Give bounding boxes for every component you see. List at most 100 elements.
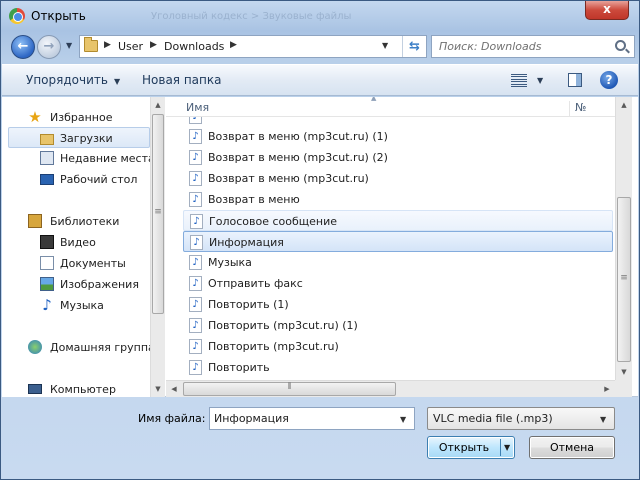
nav-libraries-label: Библиотеки (50, 215, 120, 228)
list-item[interactable]: ♪ Отправить факс (183, 273, 613, 294)
list-item[interactable]: ♪ Музыка (183, 252, 613, 273)
nav-homegroup[interactable]: Домашняя группа (2, 337, 155, 358)
file-list-horizontal-scrollbar[interactable]: ◀ ▶ (166, 380, 615, 397)
scrollbar-thumb[interactable] (152, 114, 164, 314)
scroll-down-icon[interactable]: ▼ (616, 364, 632, 380)
recent-pages-dropdown-icon[interactable]: ▼ (66, 41, 72, 50)
chevron-down-icon[interactable]: ▼ (400, 415, 406, 424)
homegroup-icon (28, 340, 42, 354)
nav-pane-scrollbar[interactable]: ▲ ▼ (150, 97, 165, 397)
breadcrumb-separator-icon[interactable]: ▶ (230, 40, 237, 50)
nav-item-downloads[interactable]: Загрузки (8, 127, 150, 148)
nav-item-desktop[interactable]: Рабочий стол (2, 169, 150, 190)
title-bar: Открыть Уголовный кодекс > Звуковые файл… (1, 1, 639, 31)
file-name: Отправить факс (208, 277, 303, 290)
nav-item-video[interactable]: Видео (2, 232, 150, 253)
audio-file-icon: ♪ (189, 150, 202, 165)
breadcrumb-downloads[interactable]: Downloads (164, 40, 224, 53)
scroll-right-icon[interactable]: ▶ (599, 381, 615, 397)
audio-file-icon: ♪ (190, 235, 203, 250)
audio-file-icon: ♪ (190, 214, 203, 229)
close-button[interactable]: x (585, 1, 629, 20)
open-options-dropdown-icon[interactable]: ▼ (504, 443, 510, 452)
back-button[interactable]: ← (11, 35, 35, 59)
nav-item-label: Недавние места (60, 152, 155, 165)
list-item[interactable]: ♪ Повторить (183, 357, 613, 378)
list-item-selected[interactable]: ♪ Информация (183, 231, 613, 252)
audio-file-icon: ♪ (189, 129, 202, 144)
nav-item-label: Видео (60, 236, 96, 249)
list-item[interactable]: ♪ Возврат в меню (183, 189, 613, 210)
music-note-icon: ♪ (42, 296, 52, 314)
list-item[interactable]: ♪ Возврат в меню (mp3cut.ru) (183, 168, 613, 189)
scroll-left-icon[interactable]: ◀ (166, 381, 182, 397)
list-item[interactable]: ♪ Повторить (mp3cut.ru) (183, 336, 613, 357)
file-name: Возврат в меню (mp3cut.ru) (1) (208, 130, 388, 143)
nav-item-label: Изображения (60, 278, 139, 291)
filetype-select[interactable]: VLC media file (.mp3) ▼ (427, 407, 615, 430)
list-item[interactable]: ♪ (183, 117, 613, 125)
nav-item-documents[interactable]: Документы (2, 253, 150, 274)
scrollbar-thumb[interactable] (617, 197, 631, 362)
content-area: ★ Избранное Загрузки Недавние места Рабо… (2, 97, 638, 397)
downloads-folder-icon (40, 134, 54, 145)
view-options-icon[interactable] (511, 74, 527, 87)
address-row: ← → ▼ ▶ User ▶ Downloads ▶ ▼ ⇆ Поиск: Do… (7, 33, 635, 61)
folder-icon (84, 37, 98, 52)
nav-item-recent-places[interactable]: Недавние места (2, 148, 155, 169)
list-item[interactable]: ♪ Возврат в меню (mp3cut.ru) (2) (183, 147, 613, 168)
view-dropdown-icon[interactable]: ▼ (537, 76, 543, 85)
audio-file-icon: ♪ (189, 192, 202, 207)
file-name: Музыка (208, 256, 252, 269)
open-button-label: Открыть (438, 441, 490, 454)
nav-item-label: Загрузки (60, 132, 113, 145)
nav-item-images[interactable]: Изображения (2, 274, 150, 295)
nav-computer[interactable]: Компьютер (2, 379, 150, 400)
nav-favorites-label: Избранное (50, 111, 113, 124)
file-name: Возврат в меню (mp3cut.ru) (2) (208, 151, 388, 164)
file-name: Повторить (mp3cut.ru) (208, 340, 339, 353)
open-button[interactable]: Открыть ▼ (427, 436, 515, 459)
help-icon[interactable]: ? (600, 71, 618, 89)
refresh-button[interactable]: ⇆ (402, 36, 426, 57)
close-icon: x (603, 2, 611, 16)
audio-file-icon: ♪ (189, 297, 202, 312)
star-icon: ★ (28, 108, 42, 126)
audio-file-icon: ♪ (189, 339, 202, 354)
search-box[interactable]: Поиск: Downloads (431, 35, 635, 58)
preview-pane-icon[interactable] (568, 73, 582, 87)
list-item[interactable]: ♪ Возврат в меню (mp3cut.ru) (1) (183, 126, 613, 147)
scroll-down-icon[interactable]: ▼ (151, 381, 165, 397)
address-bar[interactable]: ▶ User ▶ Downloads ▶ ▼ ⇆ (79, 35, 427, 58)
video-library-icon (40, 235, 54, 249)
organize-button[interactable]: Упорядочить ▼ (26, 73, 120, 87)
cancel-button[interactable]: Отмена (529, 436, 615, 459)
filename-field[interactable]: Информация ▼ (209, 407, 415, 430)
breadcrumb-separator-icon[interactable]: ▶ (104, 40, 111, 50)
scroll-up-icon[interactable]: ▲ (151, 97, 165, 113)
list-item-hover[interactable]: ♪ Голосовое сообщение (183, 210, 613, 231)
file-list-vertical-scrollbar[interactable]: ▲ ▼ (615, 97, 632, 397)
forward-button[interactable]: → (37, 35, 61, 59)
search-icon (615, 40, 626, 51)
new-folder-button[interactable]: Новая папка (142, 73, 221, 87)
column-name-header[interactable]: Имя (186, 101, 209, 114)
chevron-down-icon: ▼ (600, 415, 607, 424)
open-file-dialog: Открыть Уголовный кодекс > Звуковые файл… (0, 0, 640, 480)
breadcrumb-user[interactable]: User (118, 40, 143, 53)
column-number-header[interactable]: № (569, 101, 586, 117)
nav-libraries[interactable]: Библиотеки (2, 211, 150, 232)
scrollbar-thumb[interactable] (183, 382, 396, 396)
list-item[interactable]: ♪ Повторить (1) (183, 294, 613, 315)
file-name: Повторить (208, 361, 270, 374)
scroll-up-icon[interactable]: ▲ (616, 97, 632, 113)
nav-item-label: Рабочий стол (60, 173, 138, 186)
address-history-dropdown-icon[interactable]: ▼ (382, 41, 388, 50)
arrow-right-icon: → (43, 39, 55, 54)
search-input[interactable]: Поиск: Downloads (439, 40, 541, 53)
nav-item-music[interactable]: ♪ Музыка (2, 295, 150, 316)
filename-value[interactable]: Информация (214, 412, 289, 425)
list-item[interactable]: ♪ Повторить (mp3cut.ru) (1) (183, 315, 613, 336)
breadcrumb-separator-icon[interactable]: ▶ (150, 40, 157, 50)
nav-favorites[interactable]: ★ Избранное (2, 107, 150, 128)
